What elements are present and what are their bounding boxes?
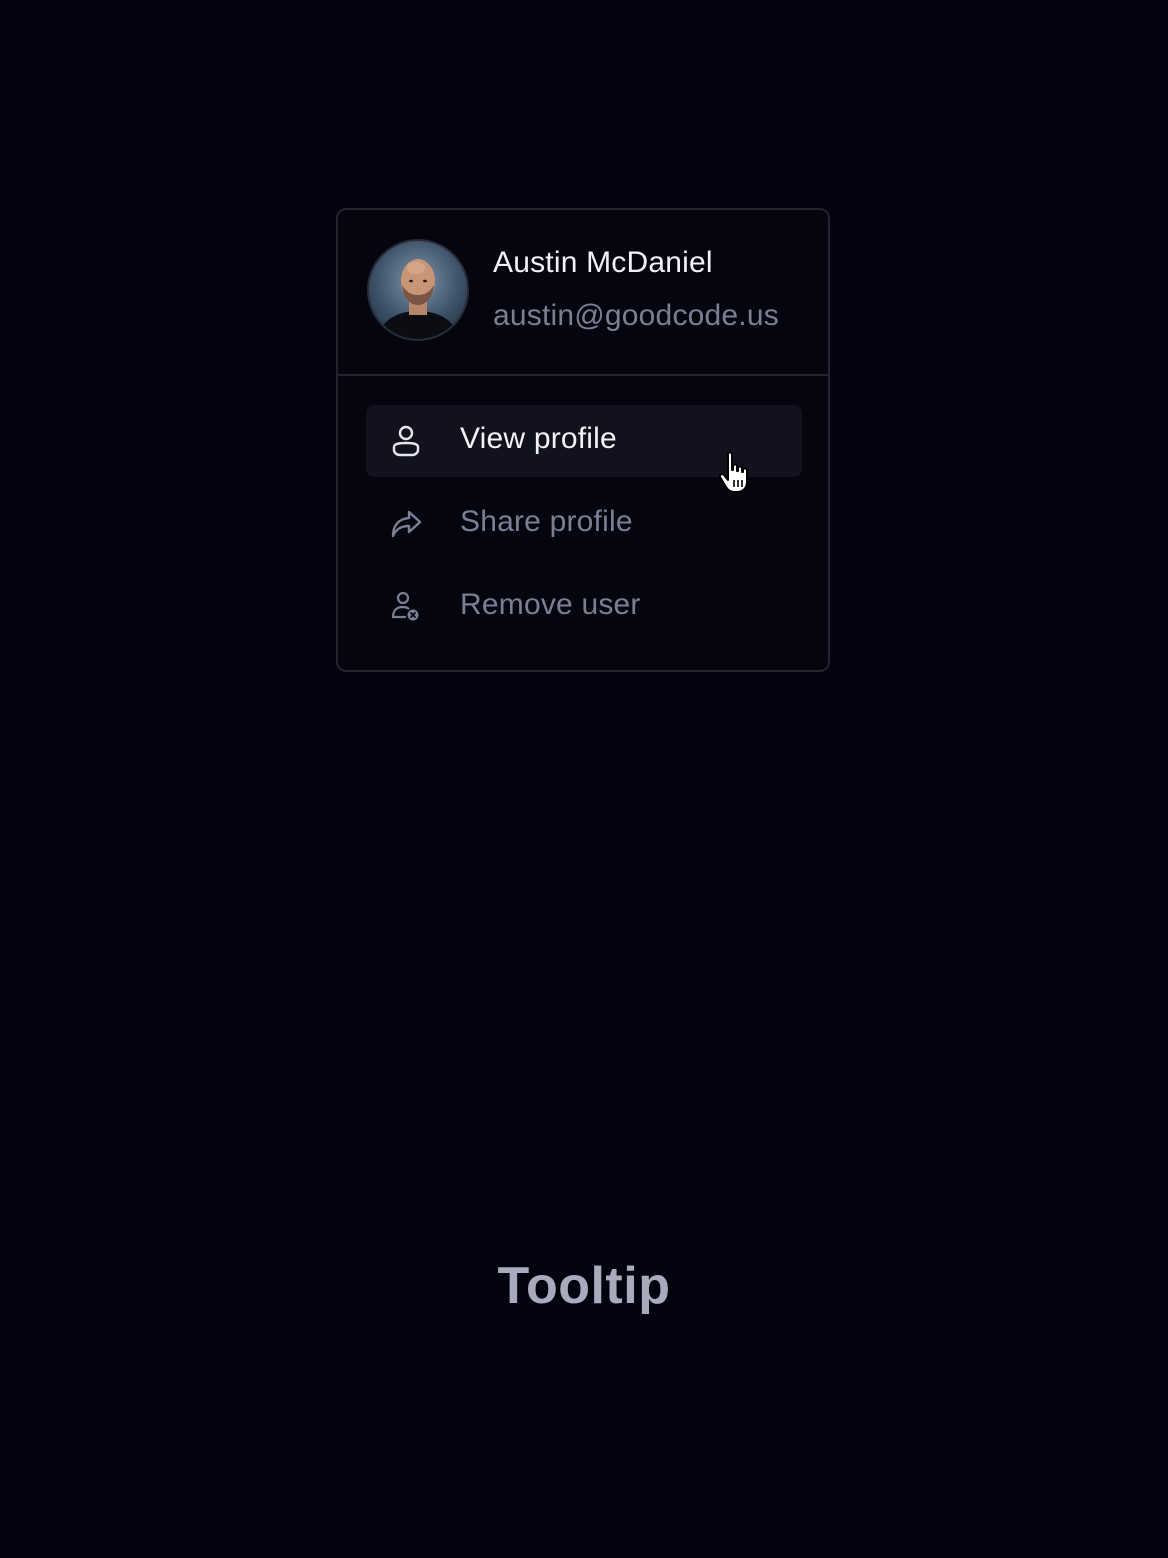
menu-item-share-profile[interactable]: Share profile <box>366 488 802 560</box>
user-photo <box>377 259 459 339</box>
user-header: Austin McDaniel austin@goodcode.us <box>338 210 828 376</box>
share-arrow-icon <box>388 506 424 542</box>
user-menu: View profile Share profile Remove user <box>366 405 802 654</box>
remove-user-icon <box>388 589 424 625</box>
avatar <box>367 239 469 341</box>
menu-item-label: Remove user <box>460 588 641 621</box>
user-icon <box>388 423 424 459</box>
menu-item-label: Share profile <box>460 505 633 538</box>
page: Austin McDaniel austin@goodcode.us View … <box>0 0 1168 1558</box>
user-name: Austin McDaniel <box>493 246 713 279</box>
menu-item-remove-user[interactable]: Remove user <box>366 571 802 643</box>
caption-title: Tooltip <box>497 1257 671 1315</box>
hand-pointer-cursor-icon <box>716 450 760 496</box>
user-email: austin@goodcode.us <box>493 299 779 332</box>
menu-item-label: View profile <box>460 422 617 455</box>
user-dropdown-card: Austin McDaniel austin@goodcode.us View … <box>336 208 830 672</box>
